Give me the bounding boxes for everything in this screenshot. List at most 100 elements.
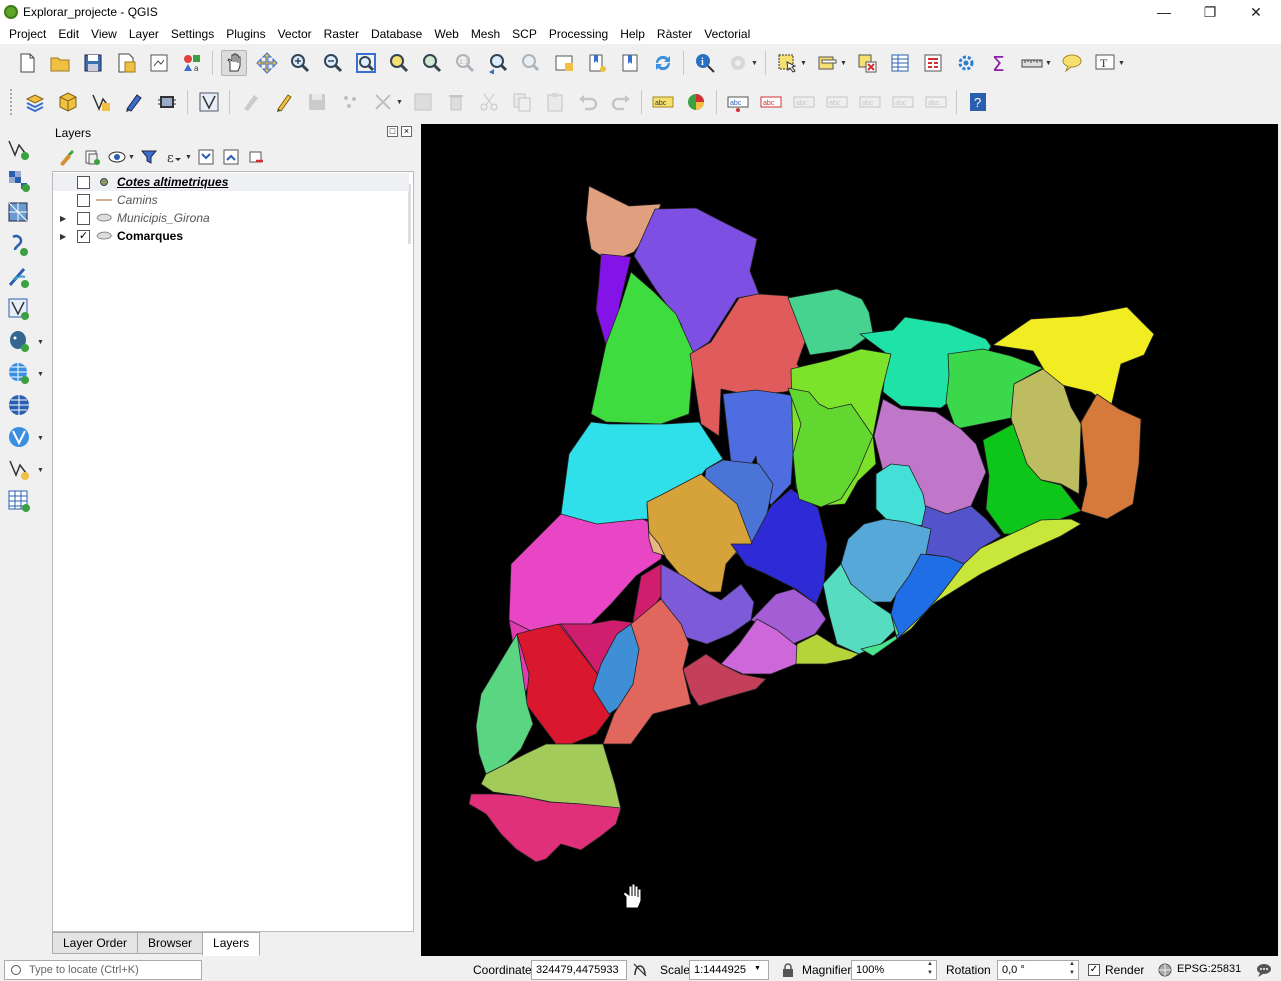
layer-visibility-checkbox[interactable] bbox=[77, 193, 90, 207]
modify-attributes-icon[interactable] bbox=[410, 89, 436, 115]
add-vector-layer-icon[interactable] bbox=[6, 136, 32, 162]
style-manager-icon[interactable]: a bbox=[179, 50, 205, 76]
menu-layer[interactable]: Layer bbox=[123, 24, 165, 44]
measure-dropdown[interactable]: ▼ bbox=[1045, 50, 1053, 76]
menu-plugins[interactable]: Plugins bbox=[220, 24, 271, 44]
expression-dropdown[interactable]: ▼ bbox=[185, 144, 193, 170]
refresh-icon[interactable] bbox=[650, 50, 676, 76]
add-wfs-icon[interactable] bbox=[6, 424, 32, 450]
add-virtual-layer-icon[interactable] bbox=[6, 296, 32, 322]
move-label-icon[interactable]: abc bbox=[824, 89, 850, 115]
render-checkbox[interactable]: ✓ bbox=[1088, 964, 1100, 976]
layer-row-municipis[interactable]: ▶ Municipis_Girona bbox=[53, 209, 409, 227]
add-vector-tile-icon[interactable] bbox=[6, 456, 32, 482]
cut-features-icon[interactable] bbox=[476, 89, 502, 115]
map-canvas[interactable] bbox=[421, 124, 1278, 956]
zoom-full-icon[interactable] bbox=[353, 50, 379, 76]
menu-processing[interactable]: Processing bbox=[543, 24, 614, 44]
undo-icon[interactable] bbox=[575, 89, 601, 115]
crs-label[interactable]: EPSG:25831 bbox=[1177, 963, 1241, 975]
remove-layer-icon[interactable] bbox=[245, 146, 267, 168]
open-project-icon[interactable] bbox=[47, 50, 73, 76]
add-wms-icon[interactable] bbox=[6, 360, 32, 386]
select-features-icon[interactable] bbox=[774, 50, 800, 76]
pan-icon[interactable] bbox=[220, 50, 247, 76]
processing-toolbox-icon[interactable] bbox=[953, 50, 979, 76]
toolbar-grip[interactable] bbox=[10, 89, 14, 115]
select-by-value-dropdown[interactable]: ▼ bbox=[840, 50, 848, 76]
new-map-view-icon[interactable] bbox=[551, 50, 577, 76]
statistics-icon[interactable]: Σ bbox=[986, 50, 1012, 76]
collapse-all-icon[interactable] bbox=[220, 146, 242, 168]
annotation-dropdown[interactable]: ▼ bbox=[1118, 50, 1126, 76]
menu-web[interactable]: Web bbox=[428, 24, 464, 44]
show-hide-labels-icon[interactable]: abc bbox=[791, 89, 817, 115]
run-action-dropdown[interactable]: ▼ bbox=[751, 50, 759, 76]
text-annotation-icon[interactable]: T bbox=[1092, 50, 1118, 76]
coordinate-field[interactable]: 324479,4475933 bbox=[531, 960, 627, 980]
zoom-to-selection-icon[interactable] bbox=[386, 50, 412, 76]
deselect-icon[interactable] bbox=[854, 50, 880, 76]
float-panel-icon[interactable]: □ bbox=[387, 126, 398, 137]
select-by-value-icon[interactable] bbox=[814, 50, 840, 76]
new-temporary-layer-icon[interactable] bbox=[121, 89, 147, 115]
add-wcs-icon[interactable] bbox=[6, 392, 32, 418]
locator-bar[interactable]: Type to locate (Ctrl+K) bbox=[4, 960, 202, 980]
show-bookmarks-icon[interactable] bbox=[617, 50, 643, 76]
current-edits-icon[interactable] bbox=[238, 89, 264, 115]
new-shapefile-icon[interactable] bbox=[88, 89, 114, 115]
zoom-in-icon[interactable] bbox=[287, 50, 313, 76]
menu-settings[interactable]: Settings bbox=[165, 24, 220, 44]
add-mesh-layer-icon[interactable] bbox=[6, 200, 32, 226]
crs-globe-icon[interactable] bbox=[1158, 963, 1172, 977]
toggle-editing-icon[interactable] bbox=[271, 89, 297, 115]
menu-raster[interactable]: Raster bbox=[318, 24, 365, 44]
data-source-manager-icon[interactable] bbox=[22, 89, 48, 115]
new-geopackage-icon[interactable] bbox=[55, 89, 81, 115]
close-panel-icon[interactable]: × bbox=[401, 126, 412, 137]
expand-all-icon[interactable] bbox=[195, 146, 217, 168]
expand-arrow-icon[interactable]: ▶ bbox=[60, 214, 66, 223]
save-as-icon[interactable] bbox=[113, 50, 139, 76]
help-icon[interactable]: ? bbox=[965, 89, 991, 115]
vector-layer-icon[interactable] bbox=[196, 89, 222, 115]
menu-edit[interactable]: Edit bbox=[52, 24, 85, 44]
messages-icon[interactable] bbox=[1256, 962, 1272, 978]
add-group-icon[interactable] bbox=[81, 146, 103, 168]
new-bookmark-icon[interactable] bbox=[584, 50, 610, 76]
expand-arrow-icon[interactable]: ▶ bbox=[60, 232, 66, 241]
lock-scale-icon[interactable] bbox=[782, 963, 794, 977]
menu-database[interactable]: Database bbox=[365, 24, 428, 44]
layer-row-comarques[interactable]: ▶ ✓ Comarques bbox=[53, 227, 409, 245]
vector-tile-dropdown[interactable]: ▼ bbox=[37, 467, 44, 474]
minimize-icon[interactable]: — bbox=[1141, 0, 1187, 24]
menu-vector[interactable]: Vector bbox=[272, 24, 318, 44]
copy-features-icon[interactable] bbox=[509, 89, 535, 115]
layer-row-camins[interactable]: Camins bbox=[53, 191, 409, 209]
postgis-dropdown[interactable]: ▼ bbox=[37, 339, 44, 346]
field-calculator-icon[interactable] bbox=[920, 50, 946, 76]
layer-labeling-icon[interactable]: abc bbox=[650, 89, 676, 115]
print-layout-icon[interactable] bbox=[146, 50, 172, 76]
delete-selected-icon[interactable] bbox=[443, 89, 469, 115]
zoom-next-icon[interactable] bbox=[518, 50, 544, 76]
zoom-last-icon[interactable] bbox=[485, 50, 511, 76]
close-icon[interactable]: ✕ bbox=[1233, 0, 1279, 24]
add-delimited-text-icon[interactable] bbox=[6, 232, 32, 258]
menu-raster-ca[interactable]: Ràster bbox=[651, 24, 698, 44]
paste-features-icon[interactable] bbox=[542, 89, 568, 115]
filter-legend-icon[interactable] bbox=[138, 146, 160, 168]
menu-view[interactable]: View bbox=[85, 24, 123, 44]
run-action-icon[interactable] bbox=[725, 50, 751, 76]
menu-project[interactable]: Project bbox=[3, 24, 52, 44]
select-dropdown[interactable]: ▼ bbox=[800, 50, 808, 76]
measure-icon[interactable] bbox=[1019, 50, 1045, 76]
identify-icon[interactable]: i bbox=[692, 50, 718, 76]
zoom-out-icon[interactable] bbox=[320, 50, 346, 76]
restore-icon[interactable]: ❐ bbox=[1187, 0, 1233, 24]
magnifier-spinner[interactable]: ▲ ▼ bbox=[924, 960, 936, 980]
attribute-table-icon[interactable] bbox=[887, 50, 913, 76]
map-tips-icon[interactable] bbox=[1059, 50, 1085, 76]
wms-dropdown[interactable]: ▼ bbox=[37, 371, 44, 378]
tab-browser[interactable]: Browser bbox=[137, 932, 204, 954]
